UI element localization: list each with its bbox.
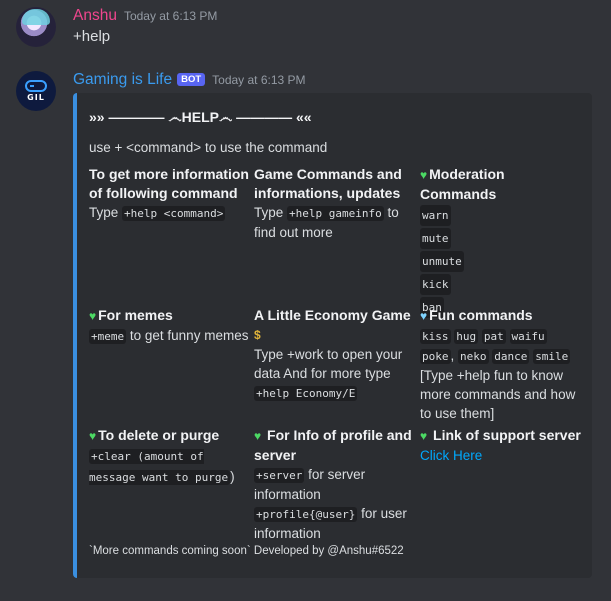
field-name: ♥ To delete or purge: [89, 426, 251, 446]
username[interactable]: Anshu: [73, 7, 117, 25]
help-embed: »» ———— ෴HELP෴ ———— «« use + <command> t…: [73, 93, 592, 578]
command-code: dance: [492, 349, 530, 364]
user-avatar[interactable]: [16, 7, 56, 47]
avatar-hair-decoration: [22, 9, 50, 25]
field-value: Type +help <command>: [89, 203, 251, 223]
command-code: +help <command>: [122, 206, 226, 221]
heart-icon: ♥: [420, 168, 428, 182]
heart-icon: ♥: [89, 429, 97, 443]
field-name: ♥ Fun commands: [420, 306, 582, 326]
heart-icon: ♥: [89, 309, 97, 323]
field-name: A Little Economy Game $: [254, 306, 416, 345]
field-name: ♥ For Info of profile and server: [254, 427, 412, 463]
field-value: +clear (amount of message want to purge): [89, 446, 251, 488]
field-text: Type +work to open your data And for mor…: [254, 347, 403, 381]
command-code: smile: [533, 349, 571, 364]
command-code: mute: [420, 228, 451, 249]
field-value: +server for server information +profile{…: [254, 465, 416, 543]
embed-title: »» ———— ෴HELP෴ ———— ««: [89, 109, 312, 125]
bot-username[interactable]: Gaming is Life: [73, 71, 172, 89]
bot-avatar-text: GIL: [27, 93, 45, 102]
field-value: Type +help gameinfo to find out more: [254, 203, 416, 242]
command-code: +help gameinfo: [287, 206, 384, 221]
command-code: +clear (amount of message want to purge: [89, 449, 231, 485]
field-support: ♥ Link of support server Click Here: [420, 426, 582, 465]
bot-avatar[interactable]: GIL: [16, 71, 56, 111]
field-profile: ♥ For Info of profile and server +server…: [254, 426, 416, 543]
timestamp[interactable]: Today at 6:13 PM: [124, 9, 217, 23]
field-value: Click Here: [420, 446, 582, 465]
field-name: To get more information of following com…: [89, 166, 249, 201]
command-code: +profile{@user}: [254, 507, 358, 522]
command-code: waifu: [509, 329, 547, 344]
field-value: +meme to get funny memes: [89, 326, 251, 346]
field-name: Game Commands and informations, updates: [254, 166, 402, 201]
command-code: +meme: [89, 329, 127, 344]
field-text: Type: [89, 205, 119, 220]
field-name: ♥ Moderation Commands: [420, 166, 505, 202]
separator: ,: [450, 348, 455, 363]
field-moderation: ♥ Moderation Commands warn mute unmute ki…: [420, 165, 582, 319]
command-code: warn: [420, 205, 451, 226]
command-code: hug: [454, 329, 479, 344]
heart-icon: ♥: [420, 309, 428, 323]
embed-footer: `More commands coming soon` Developed by…: [89, 545, 404, 557]
command-code: kiss: [420, 329, 451, 344]
message-header: Gaming is Life BOT Today at 6:13 PM: [73, 71, 306, 89]
field-fun: ♥ Fun commands kiss hug pat waifu poke, n…: [420, 306, 582, 423]
message-header: Anshu Today at 6:13 PM: [73, 7, 217, 25]
field-value: kiss hug pat waifu poke, neko dance smil…: [420, 326, 582, 423]
field-text: to get funny memes: [129, 328, 249, 343]
command-code: +server: [254, 468, 305, 483]
timestamp[interactable]: Today at 6:13 PM: [212, 73, 305, 87]
embed-description: use + <command> to use the command: [89, 140, 328, 155]
command-code: unmute: [420, 251, 464, 272]
bot-badge: BOT: [177, 73, 206, 86]
command-code: poke: [420, 349, 451, 364]
field-purge: ♥ To delete or purge +clear (amount of me…: [89, 426, 251, 488]
command-code: neko: [458, 349, 489, 364]
field-text: [Type +help fun to know more commands an…: [420, 368, 576, 421]
command-code: pat: [481, 329, 506, 344]
field-name: ♥ For memes: [89, 306, 251, 326]
field-value: warn mute unmute kick ban: [420, 204, 582, 319]
command-code: kick: [420, 274, 451, 295]
message-content: +help: [73, 28, 111, 45]
support-server-link[interactable]: Click Here: [420, 448, 482, 463]
field-text: ): [230, 469, 235, 484]
field-text: Type: [254, 205, 284, 220]
field-info: To get more information of following com…: [89, 165, 251, 223]
field-memes: ♥ For memes +meme to get funny memes: [89, 306, 251, 346]
heart-icon: ♥: [420, 429, 428, 443]
command-code: +help Economy/E: [254, 386, 358, 401]
field-game: Game Commands and informations, updates …: [254, 165, 416, 242]
money-bag-icon: $: [254, 328, 261, 342]
heart-icon: ♥: [254, 429, 262, 443]
gamepad-icon: [25, 80, 47, 92]
field-name: ♥ Link of support server: [420, 426, 582, 446]
field-economy: A Little Economy Game $ Type +work to op…: [254, 306, 416, 403]
field-value: Type +work to open your data And for mor…: [254, 345, 416, 403]
